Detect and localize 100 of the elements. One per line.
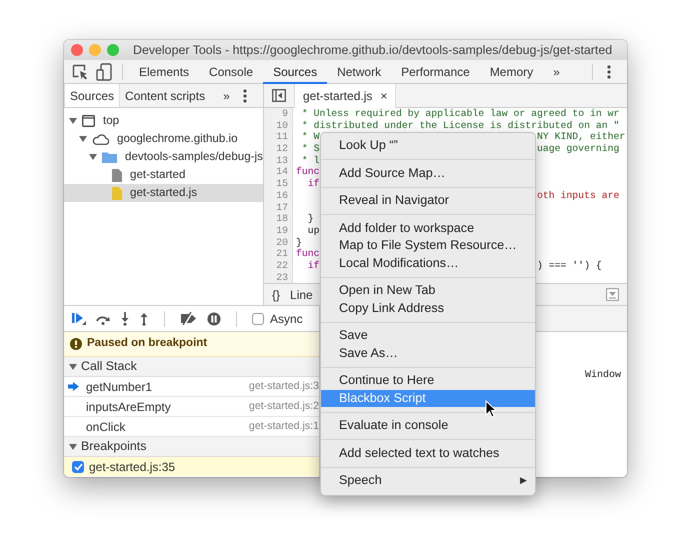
menu-item[interactable]: Copy Link Address (321, 300, 535, 317)
call-frame-name[interactable]: inputsAreEmpty (86, 398, 171, 416)
navigator-tab[interactable]: Sources (64, 84, 120, 107)
navigator-tab[interactable]: Content scripts (120, 84, 210, 107)
breakpoint-label: get-started.js:35 (89, 458, 176, 476)
menu-item[interactable]: Add selected text to watches (321, 444, 535, 462)
line-number: 12 (275, 143, 289, 155)
call-frame-location[interactable]: get-started.js:2 (248, 398, 319, 414)
section-header[interactable]: Breakpoints (64, 437, 319, 457)
call-frame-name[interactable]: onClick (86, 418, 126, 436)
tree-item[interactable]: get-started (126, 166, 186, 184)
more-options-icon[interactable] (243, 88, 247, 102)
call-frame-location[interactable]: get-started.js:3 (248, 378, 319, 394)
menu-item[interactable]: Open in New Tab (321, 282, 535, 300)
menu-item[interactable]: Reveal in Navigator (321, 192, 535, 210)
expanded-triangle-icon[interactable] (69, 442, 77, 450)
code-text: func (296, 166, 320, 178)
line-number: 11 (275, 131, 289, 144)
panel-tab[interactable]: Console (199, 60, 264, 84)
close-tab-button[interactable]: × (380, 86, 388, 104)
menu-item[interactable]: Evaluate in console (321, 417, 535, 434)
tree-item[interactable]: top (99, 112, 120, 130)
code-text: * distributed under the License is distributed on an " (300, 120, 620, 131)
line-number: 14 (275, 166, 289, 178)
line-number: 20 (275, 236, 289, 248)
cursor-position-text: Line (290, 286, 313, 304)
deactivate-breakpoints-icon[interactable] (180, 312, 198, 325)
editor-tab[interactable]: get-started.js × (294, 84, 396, 108)
frame-icon (82, 115, 95, 127)
section-header[interactable]: Call Stack (64, 357, 319, 377)
step-into-icon[interactable] (120, 312, 130, 326)
toggle-debugger-icon[interactable] (606, 288, 619, 301)
device-toolbar-icon[interactable] (96, 62, 112, 80)
checkbox-label: Async (270, 310, 303, 328)
editor-tab-label[interactable]: get-started.js (303, 86, 372, 104)
async-checkbox[interactable] (252, 312, 264, 324)
banner-text: Paused on breakpoint (87, 336, 208, 352)
section-title: Breakpoints (81, 438, 146, 456)
tree-item[interactable]: googlechrome.github.io (113, 130, 238, 148)
tree-item[interactable]: devtools-samples/debug-js (121, 148, 263, 166)
pretty-print-button[interactable]: {} (272, 286, 280, 304)
resume-icon[interactable] (72, 312, 86, 325)
script-file-icon (112, 186, 122, 200)
code-text: * Unless required by applicable law or agreed to in wr (300, 108, 620, 119)
section-title: Call Stack (81, 358, 137, 376)
code-text: up (306, 224, 320, 236)
panel-tab[interactable]: Network (327, 60, 392, 84)
panel-tab[interactable]: Performance (391, 60, 480, 84)
line-number: 15 (275, 178, 289, 190)
call-frame-name[interactable]: getNumber1 (86, 378, 152, 396)
file-icon (112, 168, 122, 182)
menu-item[interactable]: Speech ▶ (321, 472, 535, 490)
line-number: 9 (281, 108, 289, 120)
submenu-arrow-icon: ▶ (520, 472, 527, 490)
panel-tab[interactable]: Elements (129, 60, 200, 84)
scope-value: Window (584, 368, 621, 380)
menu-item[interactable]: Add folder to workspace (321, 220, 535, 237)
line-number: 21 (275, 248, 289, 260)
mouse-cursor-icon (485, 400, 497, 418)
expanded-triangle-icon[interactable] (89, 153, 97, 161)
more-tabs-button[interactable]: » (543, 60, 570, 84)
code-text: uage governing (537, 143, 620, 155)
call-frame-location[interactable]: get-started.js:1 (248, 418, 319, 434)
menu-item[interactable]: Save As… (321, 344, 535, 362)
pause-on-exceptions-icon[interactable] (207, 312, 221, 326)
code-text: ) === '') { (537, 260, 602, 272)
cloud-icon (92, 134, 109, 144)
code-text: if (306, 178, 320, 190)
menu-item[interactable]: Look Up “” (321, 137, 535, 154)
code-text: } (306, 213, 314, 224)
code-text: if (306, 260, 320, 271)
expanded-triangle-icon[interactable] (69, 362, 77, 370)
line-number: 22 (275, 260, 289, 272)
menu-item[interactable]: Local Modifications… (321, 254, 535, 272)
check-icon (74, 462, 82, 470)
code-text: * W (300, 131, 320, 142)
more-options-icon[interactable] (607, 64, 611, 78)
expanded-triangle-icon[interactable] (79, 135, 87, 143)
more-tabs-button[interactable]: » (218, 84, 235, 107)
line-number: 10 (275, 120, 289, 132)
menu-item[interactable]: Save (321, 327, 535, 344)
step-out-icon[interactable] (139, 312, 149, 326)
line-number: 16 (275, 190, 289, 202)
line-number: 17 (275, 202, 289, 214)
expanded-triangle-icon[interactable] (69, 117, 77, 125)
code-text: NY KIND, either (537, 131, 626, 144)
window-title: Developer Tools - https://googlechrome.github.io/devtools-samples/debug-js/get-started (133, 42, 612, 59)
code-text: oth inputs are (537, 190, 620, 202)
menu-item[interactable]: Add Source Map… (321, 164, 535, 182)
line-number: 23 (275, 272, 289, 283)
menu-item[interactable]: Continue to Here (321, 372, 535, 390)
folder-icon (102, 151, 117, 163)
panel-tab[interactable]: Memory (480, 60, 544, 84)
inspect-element-icon[interactable] (72, 64, 88, 80)
line-number: 18 (275, 213, 289, 225)
line-number: 19 (275, 224, 289, 237)
line-number: 13 (275, 154, 289, 166)
menu-item[interactable]: Map to File System Resource… (321, 237, 535, 254)
toggle-navigator-icon[interactable] (272, 89, 286, 102)
breakpoint-checkbox[interactable] (72, 460, 84, 472)
